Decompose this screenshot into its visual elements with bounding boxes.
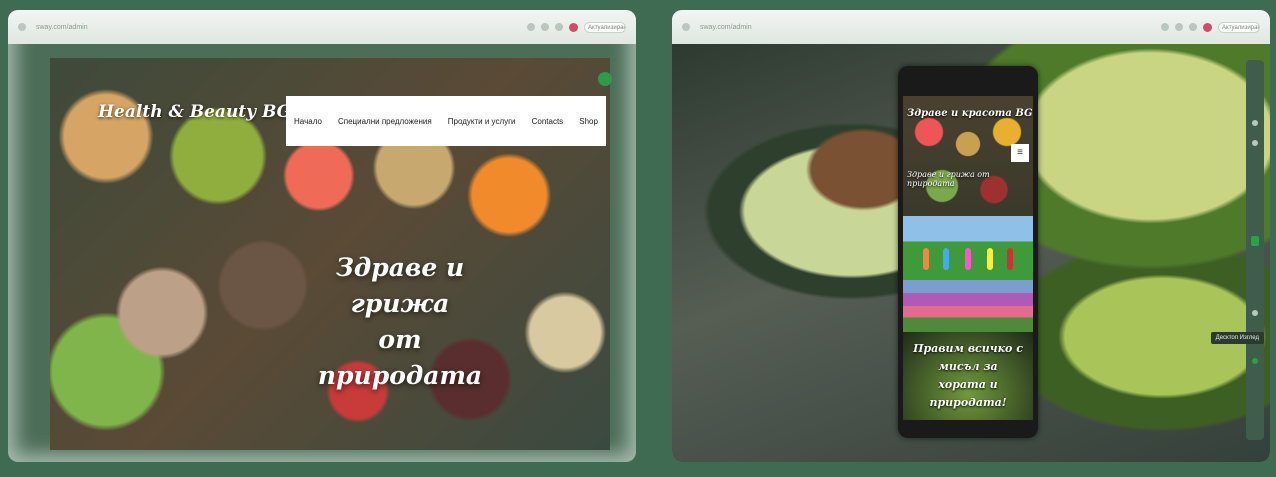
nav-item-home[interactable]: Начало — [294, 117, 322, 126]
child-figure — [987, 248, 993, 270]
hero-title-line1: Здраве и грижа — [335, 253, 465, 318]
mobile-cta-line1: Правим всичко с — [913, 342, 1023, 355]
right-browser-window: sway.com/admin Актуализиране Здраве и кр… — [672, 10, 1270, 462]
site-logo[interactable]: Health & Beauty BG — [98, 102, 291, 122]
site-navigation: Начало Специални предложения Продукти и … — [286, 96, 606, 146]
mobile-cta-line2: мисъл за — [938, 360, 998, 373]
hero-title: Здраве и грижа от природата — [300, 250, 500, 394]
child-figure — [923, 248, 929, 270]
mobile-preview-screen[interactable]: Здраве и красота BG ≡ Здраве и грижа от … — [903, 96, 1033, 420]
mobile-view-icon[interactable] — [1251, 236, 1259, 246]
child-figure — [943, 248, 949, 270]
share-panel-icon[interactable] — [1252, 140, 1258, 146]
share-icon[interactable] — [527, 23, 535, 31]
desktop-view-icon[interactable] — [1252, 310, 1258, 316]
left-browser-toolbar: sway.com/admin Актуализиране — [8, 10, 636, 44]
mobile-hero-subtitle: Здраве и грижа от природата — [907, 170, 990, 188]
reload-icon[interactable] — [18, 23, 26, 31]
nav-item-products[interactable]: Продукти и услуги — [448, 117, 516, 126]
address-bar[interactable]: sway.com/admin — [36, 24, 527, 31]
mobile-hero-image: Здраве и красота BG ≡ Здраве и грижа от … — [903, 96, 1033, 216]
browser-update-button[interactable]: Актуализиране — [584, 21, 626, 33]
child-figure — [1007, 248, 1013, 270]
preview-side-panel — [1246, 60, 1264, 440]
settings-icon[interactable] — [1252, 120, 1258, 126]
bookmark-star-icon[interactable] — [541, 23, 549, 31]
desktop-view-tooltip: Десктоп Изглед — [1210, 332, 1264, 344]
profile-avatar-icon[interactable] — [569, 22, 578, 32]
mobile-cta-text: Правим всичко с мисъл за хората и природ… — [903, 340, 1033, 412]
browser-actions: Актуализиране — [1161, 21, 1260, 33]
mobile-cta-line3: хората и природата! — [929, 378, 1007, 409]
play-icon[interactable] — [1252, 358, 1258, 364]
right-browser-toolbar: sway.com/admin Актуализиране — [672, 10, 1270, 44]
editor-toggle-icon[interactable] — [598, 72, 612, 86]
hamburger-menu-icon[interactable]: ≡ — [1011, 144, 1029, 162]
mobile-preview-device: Здраве и красота BG ≡ Здраве и грижа от … — [898, 66, 1038, 438]
nav-item-shop[interactable]: Shop — [579, 117, 598, 126]
reload-icon[interactable] — [682, 23, 690, 31]
nav-item-special-offers[interactable]: Специални предложения — [338, 117, 432, 126]
bookmark-star-icon[interactable] — [1175, 23, 1183, 31]
mobile-cta-section: Правим всичко с мисъл за хората и природ… — [903, 332, 1033, 420]
browser-update-button[interactable]: Актуализиране — [1218, 21, 1260, 33]
hero-title-line2: от природата — [317, 325, 483, 390]
mobile-flowers-image — [903, 280, 1033, 332]
browser-actions: Актуализиране — [527, 21, 626, 33]
child-figure — [965, 248, 971, 270]
nav-item-contacts[interactable]: Contacts — [532, 117, 564, 126]
extensions-icon[interactable] — [555, 23, 563, 31]
share-icon[interactable] — [1161, 23, 1169, 31]
mobile-children-image — [903, 216, 1033, 280]
address-bar[interactable]: sway.com/admin — [700, 24, 1161, 31]
mobile-site-title: Здраве и красота BG — [907, 108, 1033, 119]
extensions-icon[interactable] — [1189, 23, 1197, 31]
profile-avatar-icon[interactable] — [1203, 22, 1212, 32]
